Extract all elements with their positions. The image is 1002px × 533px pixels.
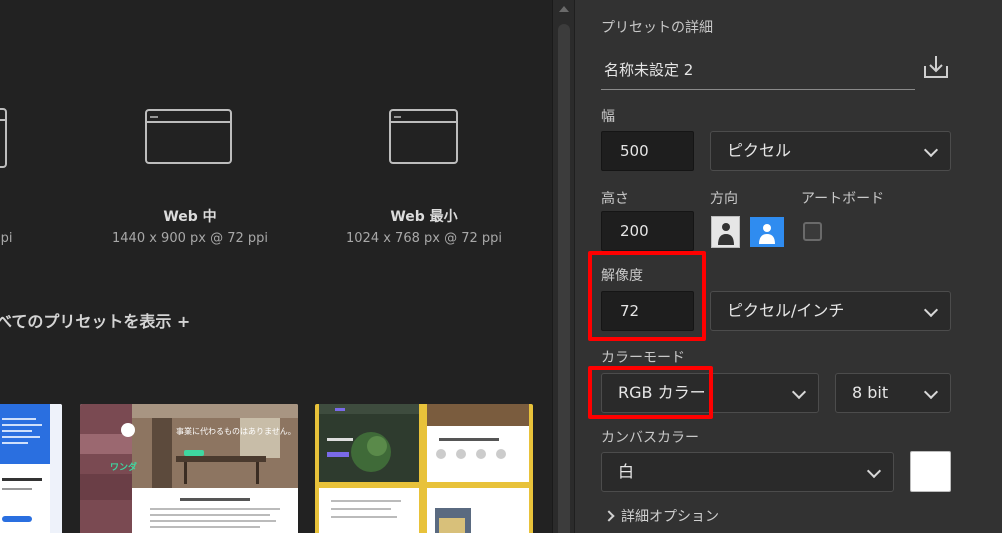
preset-card-web-medium[interactable]: Web 中 1440 x 900 px @ 72 ppi xyxy=(100,0,320,260)
preset-name: Web 中 xyxy=(163,209,217,225)
bit-depth-dropdown[interactable]: 8 bit xyxy=(835,373,951,413)
canvas-color-value: 白 xyxy=(618,462,635,481)
thumbnail-side-text: ワンダ xyxy=(110,463,138,473)
artboard-checkbox[interactable] xyxy=(803,222,822,241)
preset-details-panel: プリセットの詳細 名称未設定 2 幅 500 ピクセル 高さ 200 方向 アー… xyxy=(575,0,1002,533)
template-thumbnail-blue[interactable] xyxy=(0,404,62,533)
show-all-presets-link[interactable]: べてのプリセットを表示 + xyxy=(0,308,190,332)
width-unit-value: ピクセル xyxy=(727,141,792,160)
portrait-person-icon xyxy=(718,223,734,245)
thumbnail-heading: 事業に代わるものはありません。 xyxy=(176,427,296,436)
orientation-portrait-button[interactable] xyxy=(711,216,740,248)
canvas-color-dropdown[interactable]: 白 xyxy=(601,452,894,492)
chevron-down-icon xyxy=(923,142,939,158)
document-window-icon xyxy=(144,108,234,170)
width-unit-dropdown[interactable]: ピクセル xyxy=(710,131,951,171)
artboard-label: アートボード xyxy=(801,191,885,207)
color-mode-label: カラーモード xyxy=(601,350,685,366)
height-label: 高さ xyxy=(601,191,629,207)
preset-dimensions: 2 ppi xyxy=(0,231,13,246)
document-window-icon xyxy=(0,108,8,170)
bit-depth-value: 8 bit xyxy=(852,383,889,402)
preset-name-input[interactable]: 名称未設定 2 xyxy=(601,50,915,90)
resolution-unit-dropdown[interactable]: ピクセル/インチ xyxy=(710,291,951,331)
template-thumbnail-yellow[interactable] xyxy=(315,404,533,533)
canvas-color-swatch[interactable] xyxy=(910,451,951,492)
gallery-scrollbar[interactable] xyxy=(552,0,574,533)
resolution-input[interactable]: 72 xyxy=(601,291,694,331)
scroll-up-arrow-icon[interactable] xyxy=(559,6,569,12)
preset-name: Web 最小 xyxy=(390,209,458,225)
resolution-label: 解像度 xyxy=(601,268,643,284)
preset-dimensions: 1024 x 768 px @ 72 ppi xyxy=(346,231,502,246)
preset-gallery: 2 ppi Web 中 1440 x 900 px @ 72 ppi Web 最… xyxy=(0,0,552,533)
chevron-down-icon xyxy=(791,384,807,400)
orientation-label: 方向 xyxy=(710,191,738,207)
width-label: 幅 xyxy=(601,109,615,125)
save-preset-icon[interactable] xyxy=(921,52,951,82)
preset-name-value: 名称未設定 2 xyxy=(604,61,694,79)
orientation-landscape-button[interactable] xyxy=(750,217,784,247)
chevron-down-icon xyxy=(866,463,882,479)
section-title: プリセットの詳細 xyxy=(601,20,713,36)
template-thumbnail-interior[interactable]: 事業に代わるものはありません。 ワンダ xyxy=(80,404,298,533)
advanced-options-label: 詳細オプション xyxy=(621,509,719,525)
width-input[interactable]: 500 xyxy=(601,131,694,171)
canvas-color-label: カンバスカラー xyxy=(601,430,699,446)
landscape-person-icon xyxy=(752,219,782,245)
preset-dimensions: 1440 x 900 px @ 72 ppi xyxy=(112,231,268,246)
chevron-down-icon xyxy=(923,302,939,318)
scrollbar-thumb[interactable] xyxy=(558,24,570,533)
highlight-box-color-mode xyxy=(588,366,713,419)
resolution-unit-value: ピクセル/インチ xyxy=(727,301,845,320)
chevron-right-icon xyxy=(603,510,615,522)
preset-card-web-minimum[interactable]: Web 最小 1024 x 768 px @ 72 ppi xyxy=(322,0,542,260)
height-input[interactable]: 200 xyxy=(601,211,694,251)
chevron-down-icon xyxy=(923,384,939,400)
document-window-icon xyxy=(388,108,460,170)
preset-card-partial[interactable]: 2 ppi xyxy=(0,0,60,260)
